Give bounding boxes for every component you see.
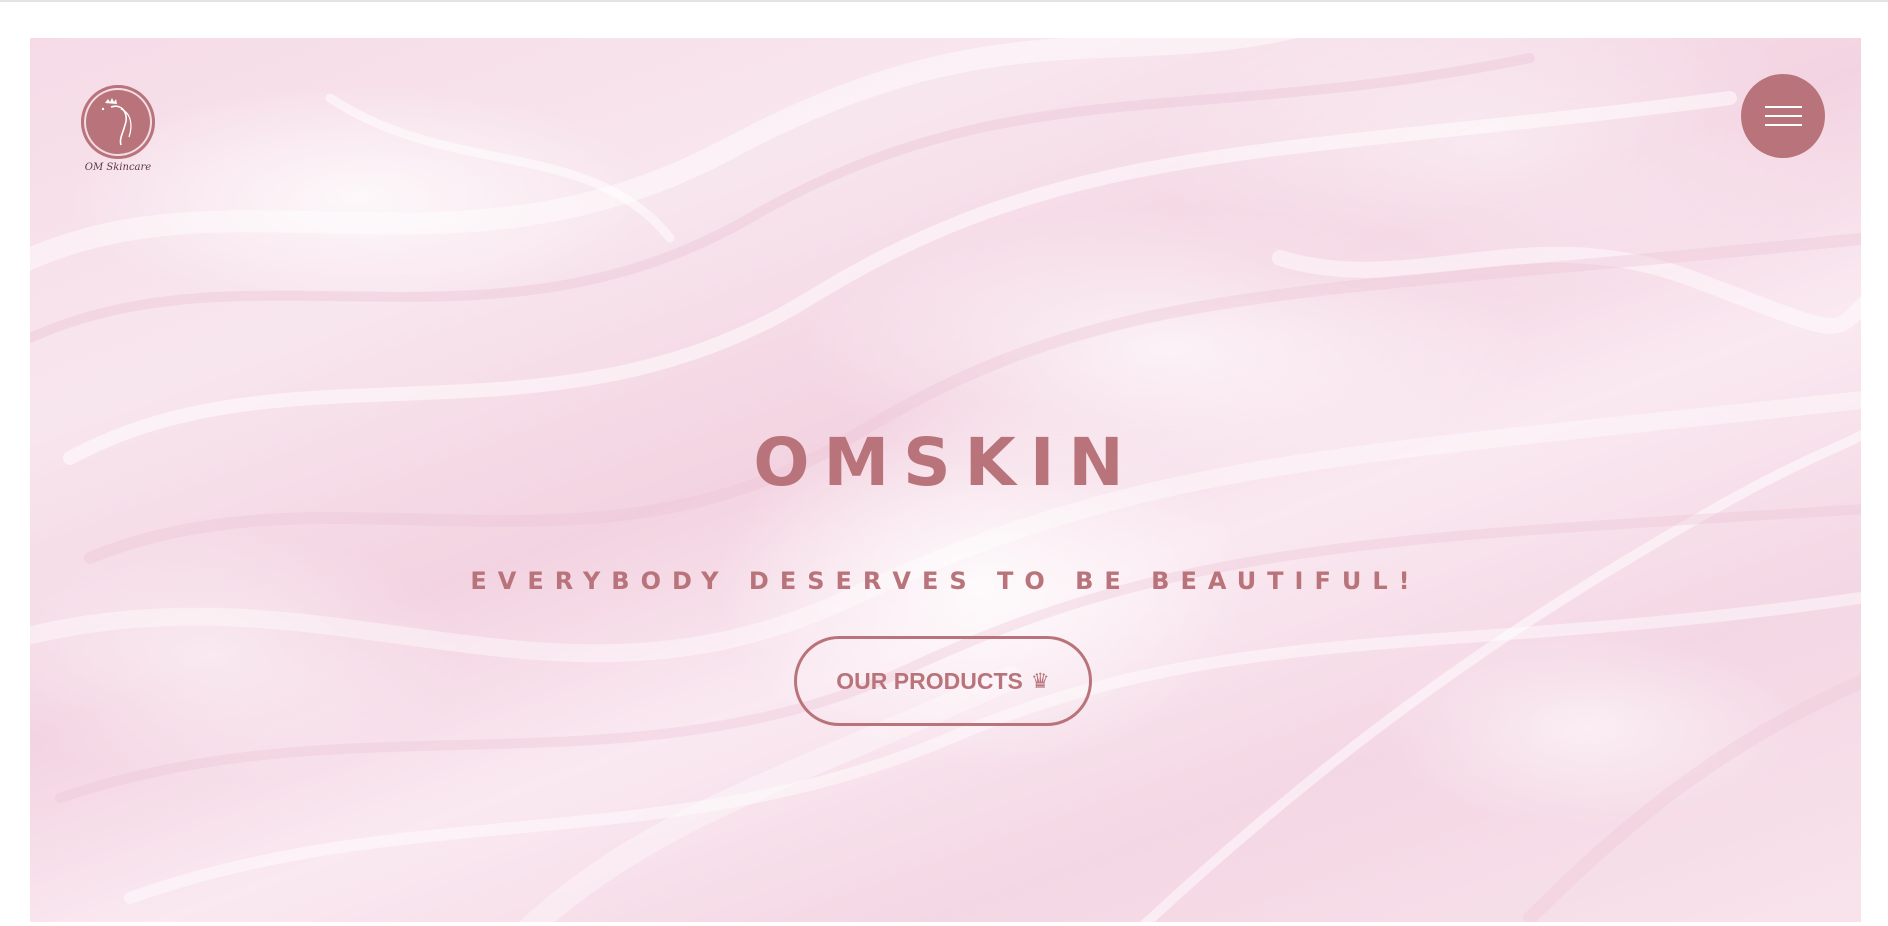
logo-text: OM Skincare [84, 162, 152, 173]
hero-section: OM Skincare OMSKIN EVERYBODY DESERVES TO… [30, 38, 1861, 922]
cta-label: OUR PRODUCTS [836, 667, 1023, 694]
woman-crown-logo-icon [81, 85, 155, 159]
hero-tagline: EVERYBODY DESERVES TO BE BEAUTIFUL! [470, 567, 1421, 595]
hamburger-menu-icon [1765, 106, 1802, 108]
our-products-button[interactable]: OUR PRODUCTS ♛ [794, 636, 1092, 726]
site-logo[interactable]: OM Skincare [78, 85, 158, 173]
hamburger-menu-icon [1765, 115, 1802, 117]
hamburger-menu-icon [1765, 124, 1802, 126]
menu-button[interactable] [1741, 74, 1825, 158]
hero-title: OMSKIN [753, 424, 1138, 501]
crown-icon: ♛ [1030, 669, 1050, 693]
top-border [0, 0, 1888, 2]
